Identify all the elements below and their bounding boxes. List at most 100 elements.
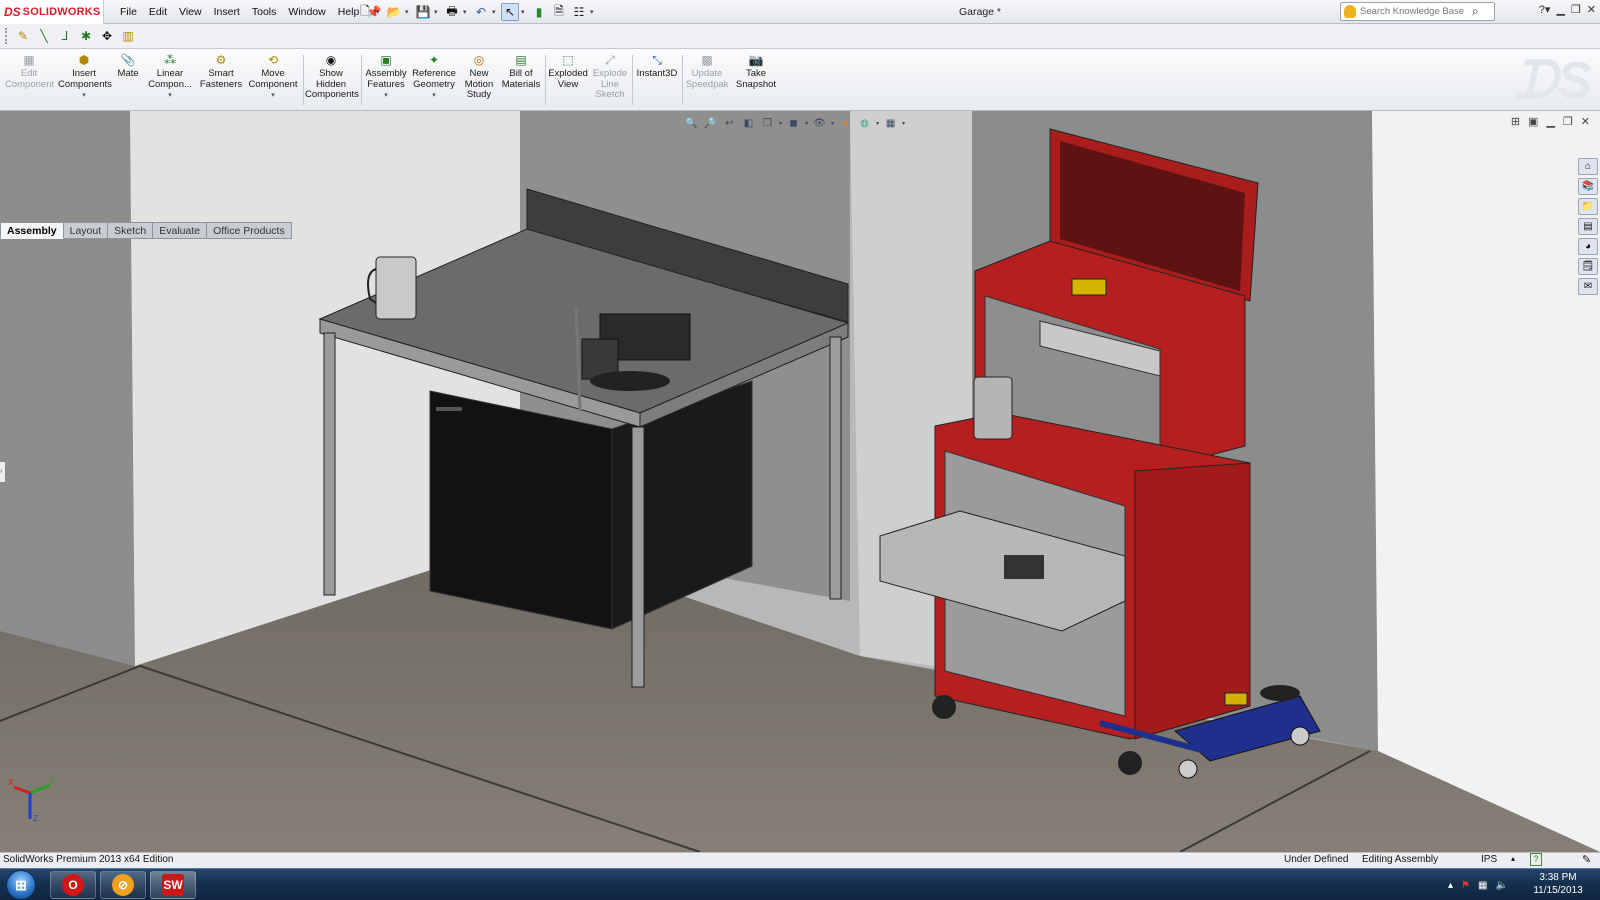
search-input[interactable] [1360, 6, 1472, 17]
select-cursor-icon[interactable]: ↖ [501, 3, 519, 21]
insert-components-button[interactable]: ⬢ Insert Components ▾ [58, 53, 112, 102]
save-icon[interactable]: 💾 [414, 3, 432, 21]
taskbar-app-opera[interactable]: O [50, 871, 96, 899]
assembly-features-button[interactable]: ▣ Assembly Features ▾ [363, 53, 409, 102]
search-box[interactable]: ⌕ [1340, 2, 1495, 21]
select-dropdown-icon[interactable]: ▾ [521, 8, 528, 16]
insert-components-dropdown-icon[interactable]: ▾ [58, 91, 110, 102]
reference-geometry-dropdown-icon[interactable]: ▾ [410, 91, 458, 102]
smart-dimension-icon[interactable]: ✎ [14, 27, 32, 45]
viewport-close-icon[interactable]: ✕ [1581, 115, 1590, 128]
menu-file[interactable]: File [114, 6, 143, 18]
new-dropdown-icon[interactable]: ▾ [376, 8, 383, 16]
graphics-area[interactable]: Assembly Layout Sketch Evaluate Office P… [0, 111, 1600, 852]
rebuild-icon[interactable]: ▮ [530, 3, 548, 21]
mini-fridge[interactable] [429, 390, 613, 630]
restore-icon[interactable]: ❐ [1571, 3, 1581, 16]
action-center-flag-icon[interactable]: ⚑ [1461, 880, 1470, 891]
section-view-icon[interactable]: ◧ [741, 116, 756, 131]
taskbar-clock[interactable]: 3:38 PM 11/15/2013 [1528, 871, 1588, 897]
display-style-dropdown-icon[interactable]: ▾ [805, 120, 808, 127]
new-motion-study-button[interactable]: ◎ New Motion Study [462, 53, 496, 101]
hide-show-items-icon[interactable]: 👁 [812, 116, 827, 131]
solidworks-logo[interactable]: DS SOLIDWORKS [0, 0, 104, 24]
instant3d-button[interactable]: ⤡ Instant3D [634, 53, 680, 80]
menu-window[interactable]: Window [282, 6, 331, 18]
options-dropdown-icon[interactable]: ▾ [590, 8, 597, 16]
move-triad-icon[interactable]: ✥ [98, 27, 116, 45]
linear-component-dropdown-icon[interactable]: ▾ [146, 91, 194, 102]
assembly-features-dropdown-icon[interactable]: ▾ [363, 91, 409, 102]
menu-view[interactable]: View [173, 6, 208, 18]
linear-component-pattern-button[interactable]: ⁂ Linear Compon... ▾ [146, 53, 194, 102]
appearances-icon[interactable]: ◕ [1578, 238, 1598, 255]
reference-geometry-button[interactable]: ✦ Reference Geometry ▾ [410, 53, 458, 102]
mug[interactable] [375, 256, 417, 320]
bill-of-materials-button[interactable]: ▤ Bill of Materials [500, 53, 542, 90]
previous-view-icon[interactable]: ↩ [722, 116, 737, 131]
print-icon[interactable]: 🖶 [443, 3, 461, 21]
display-style-icon[interactable]: ◼ [786, 116, 801, 131]
apply-scene-icon[interactable]: ◍ [857, 116, 872, 131]
view-orientation-icon[interactable]: ❒ [760, 116, 775, 131]
toolbox-mug[interactable] [973, 376, 1013, 440]
viewport-split-icon[interactable]: ⊞ [1511, 115, 1520, 128]
tab-sketch[interactable]: Sketch [108, 222, 154, 239]
search-icon[interactable]: ⌕ [1472, 4, 1479, 19]
undo-dropdown-icon[interactable]: ▾ [492, 8, 499, 16]
view-palette-icon[interactable]: ▤ [1578, 218, 1598, 235]
quick-tips-icon[interactable]: ? [1530, 853, 1542, 866]
feature-manager-expand-handle[interactable]: › [0, 461, 6, 483]
close-icon[interactable]: ✕ [1587, 3, 1596, 16]
menu-edit[interactable]: Edit [143, 6, 173, 18]
point-icon[interactable]: ✱ [77, 27, 95, 45]
taskbar-app-solidworks[interactable]: SW [150, 871, 196, 899]
volume-icon[interactable]: 🔈 [1495, 880, 1507, 891]
tab-assembly[interactable]: Assembly [0, 222, 64, 239]
apply-scene-dropdown-icon[interactable]: ▾ [876, 120, 879, 127]
show-hidden-icons-icon[interactable]: ▴ [1448, 880, 1453, 891]
tab-evaluate[interactable]: Evaluate [153, 222, 208, 239]
custom-properties-icon[interactable]: 🗒 [1578, 258, 1598, 275]
unit-system[interactable]: IPS [1481, 854, 1497, 865]
viewport-restore-icon[interactable]: ❐ [1563, 115, 1573, 128]
smart-fasteners-button[interactable]: ⚙ Smart Fasteners [198, 53, 244, 90]
tab-layout[interactable]: Layout [63, 222, 109, 239]
edit-component-button[interactable]: ▦ Edit Component [5, 53, 54, 90]
mate-reference-icon[interactable]: ▥ [119, 27, 137, 45]
open-dropdown-icon[interactable]: ▾ [405, 8, 412, 16]
taskbar-app-media[interactable]: ⊘ [100, 871, 146, 899]
file-properties-icon[interactable]: 🗎 [550, 3, 568, 21]
hide-show-dropdown-icon[interactable]: ▾ [831, 120, 834, 127]
edit-appearance-icon[interactable]: ● [838, 116, 853, 131]
view-settings-dropdown-icon[interactable]: ▾ [902, 120, 905, 127]
update-speedpak-button[interactable]: ▩ Update Speedpak [684, 53, 730, 90]
menu-tools[interactable]: Tools [246, 6, 283, 18]
zoom-to-fit-icon[interactable]: 🔍 [684, 116, 699, 131]
view-orientation-dropdown-icon[interactable]: ▾ [779, 120, 782, 127]
view-settings-icon[interactable]: ▦ [883, 116, 898, 131]
undo-icon[interactable]: ↶ [472, 3, 490, 21]
mate-button[interactable]: 📎 Mate [114, 53, 142, 80]
network-icon[interactable]: ▦ [1478, 880, 1487, 891]
tab-office-products[interactable]: Office Products [207, 222, 292, 239]
new-document-icon[interactable]: 🗋 [356, 3, 374, 21]
options-icon[interactable]: ☷ [570, 3, 588, 21]
toolbar-grip[interactable] [5, 28, 8, 44]
solidworks-resources-icon[interactable]: ⌂ [1578, 158, 1598, 175]
start-button[interactable]: ⊞ [6, 870, 36, 900]
open-folder-icon[interactable]: 📂 [385, 3, 403, 21]
print-dropdown-icon[interactable]: ▾ [463, 8, 470, 16]
viewport-tile-icon[interactable]: ▣ [1528, 115, 1538, 128]
zoom-to-area-icon[interactable]: 🔎 [703, 116, 718, 131]
show-hidden-components-button[interactable]: ◉ Show Hidden Components [305, 53, 359, 101]
menu-insert[interactable]: Insert [208, 6, 246, 18]
file-explorer-icon[interactable]: 📁 [1578, 198, 1598, 215]
coordinate-system-icon[interactable]: ⅃ [56, 27, 74, 45]
viewport-minimize-icon[interactable]: ▁ [1546, 115, 1554, 128]
move-component-button[interactable]: ⟲ Move Component ▾ [247, 53, 299, 102]
line-icon[interactable]: ╲ [35, 27, 53, 45]
save-dropdown-icon[interactable]: ▾ [434, 8, 441, 16]
forum-icon[interactable]: ✉ [1578, 278, 1598, 295]
move-component-dropdown-icon[interactable]: ▾ [247, 91, 299, 102]
